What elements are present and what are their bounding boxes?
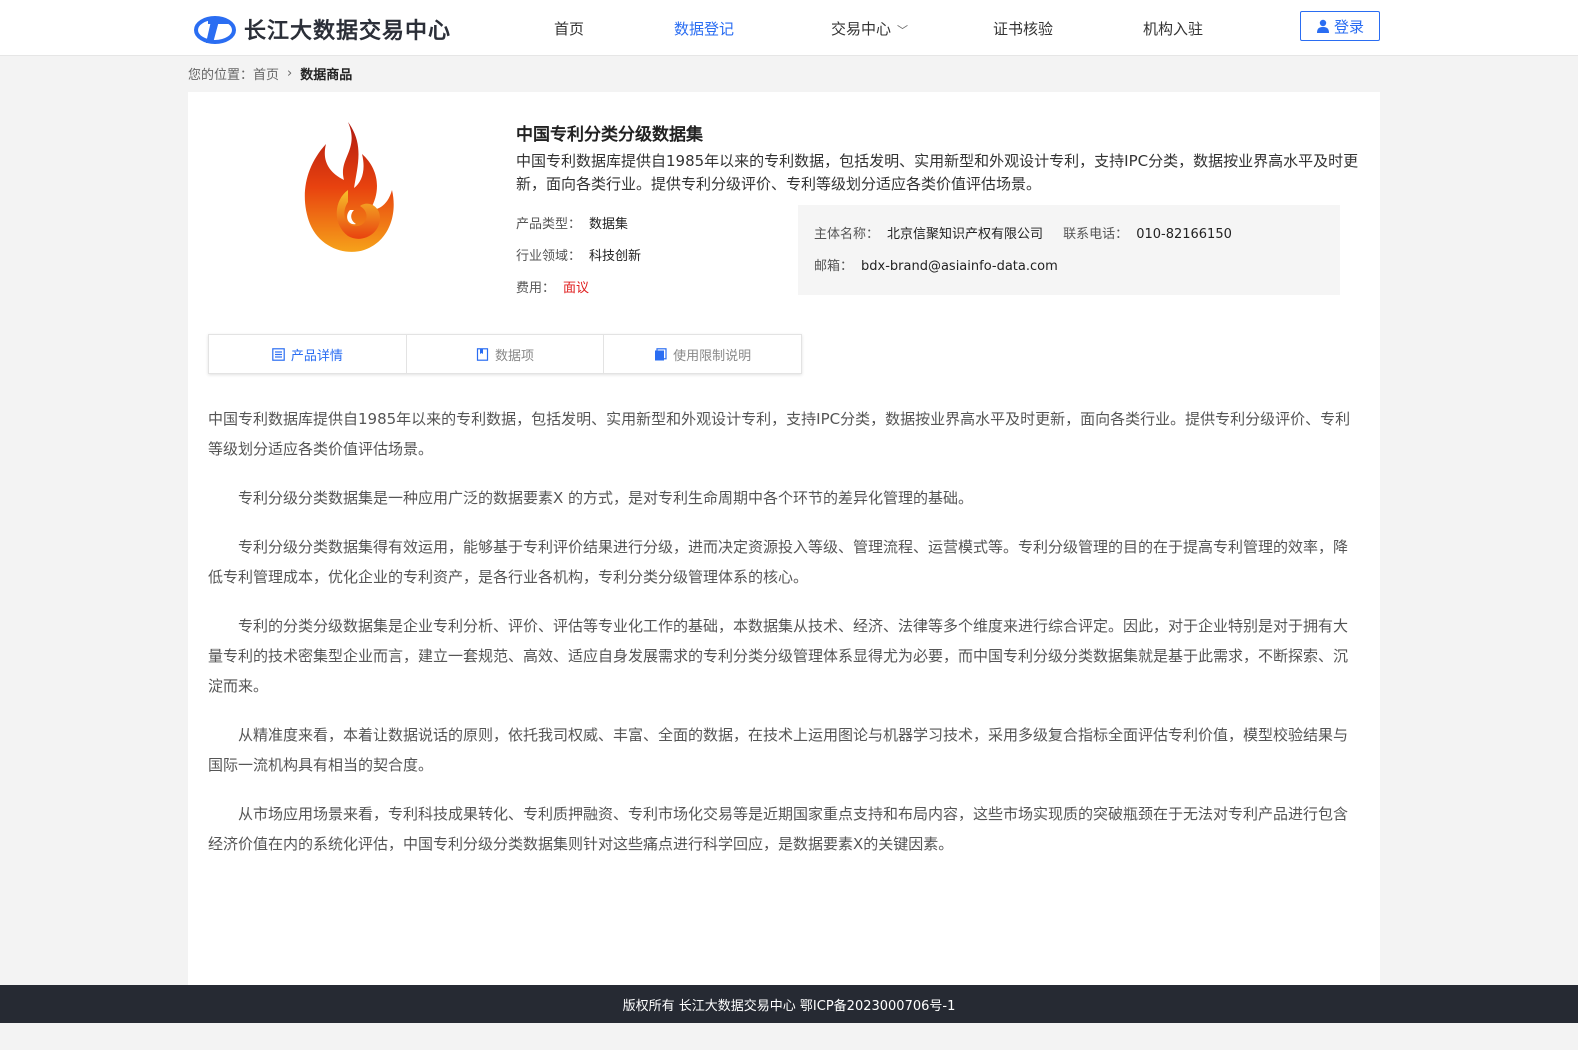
- product-type-label: 产品类型：: [516, 217, 582, 232]
- product-detail-content: 中国专利数据库提供自1985年以来的专利数据，包括发明、实用新型和外观设计专利，…: [208, 404, 1362, 878]
- phone-value: 010-82166150: [1136, 227, 1232, 242]
- nav-item-trading-center[interactable]: 交易中心 ﹀: [831, 18, 908, 39]
- copyright-text: 版权所有 长江大数据交易中心 鄂ICP备2023000706号-1: [622, 998, 956, 1014]
- content-paragraph: 专利分级分类数据集得有效运用，能够基于专利评价结果进行分级，进而决定资源投入等级…: [208, 538, 1349, 586]
- entity-value: 北京信聚知识产权有限公司: [887, 227, 1044, 242]
- tab-usage-restrictions[interactable]: 使用限制说明: [604, 335, 801, 373]
- content-paragraph: 从精准度来看，本着让数据说话的原则，依托我司权威、丰富、全面的数据，在技术上运用…: [208, 726, 1349, 774]
- industry-domain-row: 行业领域： 科技创新: [516, 245, 641, 264]
- list-icon: [272, 347, 285, 361]
- nav-item-certificate-verify[interactable]: 证书核验: [993, 18, 1053, 39]
- fee-row: 费用： 面议: [516, 277, 589, 296]
- contact-info-box: 主体名称： 北京信聚知识产权有限公司 联系电话： 010-82166150 邮箱： b…: [798, 205, 1340, 295]
- tab-data-items[interactable]: 数据项: [407, 335, 605, 373]
- document-icon: [655, 347, 667, 360]
- tab-usage-restrictions-label: 使用限制说明: [673, 348, 752, 364]
- login-button[interactable]: 登录: [1300, 11, 1380, 41]
- entity-label: 主体名称：: [814, 227, 880, 242]
- breadcrumb-home-link[interactable]: 首页: [253, 64, 279, 83]
- chevron-right-icon: ›: [287, 66, 293, 81]
- nav-item-institution-join[interactable]: 机构入驻: [1143, 18, 1203, 39]
- nav-item-trading-center-label: 交易中心: [831, 20, 892, 38]
- breadcrumb-prefix: 您的位置：: [188, 68, 254, 83]
- content-paragraph: 从市场应用场景来看，专利科技成果转化、专利质押融资、专利市场化交易等是近期国家重…: [208, 805, 1349, 853]
- nav-item-home[interactable]: 首页: [554, 18, 584, 39]
- industry-domain-value: 科技创新: [589, 249, 642, 264]
- user-icon: [1316, 19, 1329, 33]
- flame-logo-image: [304, 122, 394, 252]
- top-header: 长江大数据交易中心 首页 数据登记 交易中心 ﹀ 证书核验 机构入驻 登录: [0, 0, 1578, 56]
- phone-label: 联系电话：: [1063, 227, 1129, 242]
- tab-product-details-label: 产品详情: [290, 348, 343, 364]
- email-label: 邮箱：: [814, 259, 854, 274]
- bookmark-icon: [476, 347, 489, 361]
- tab-data-items-label: 数据项: [495, 348, 535, 364]
- product-title: 中国专利分类分级数据集: [516, 125, 703, 145]
- content-paragraph: 专利分级分类数据集是一种应用广泛的数据要素X 的方式，是对专利生命周期中各个环节…: [238, 489, 974, 507]
- page-footer: 版权所有 长江大数据交易中心 鄂ICP备2023000706号-1: [0, 985, 1578, 1023]
- industry-domain-label: 行业领域：: [516, 249, 582, 264]
- email-value: bdx-brand@asiainfo-data.com: [861, 259, 1058, 274]
- product-type-row: 产品类型： 数据集: [516, 213, 628, 232]
- detail-tabs: 产品详情 数据项 使用限制说明: [208, 334, 802, 374]
- login-label: 登录: [1333, 17, 1364, 36]
- breadcrumb-current: 数据商品: [300, 68, 353, 83]
- chevron-down-icon: ﹀: [897, 24, 909, 37]
- content-paragraph-intro: 中国专利数据库提供自1985年以来的专利数据，包括发明、实用新型和外观设计专利，…: [208, 410, 1351, 458]
- product-card: 中国专利分类分级数据集 中国专利数据库提供自1985年以来的专利数据，包括发明、…: [188, 92, 1380, 987]
- product-type-value: 数据集: [589, 217, 629, 232]
- breadcrumb: 您的位置： 首页 › 数据商品: [188, 64, 352, 83]
- fee-value: 面议: [563, 281, 590, 296]
- product-summary: 中国专利数据库提供自1985年以来的专利数据，包括发明、实用新型和外观设计专利，…: [516, 152, 1359, 193]
- email-row: 邮箱： bdx-brand@asiainfo-data.com: [814, 255, 1058, 274]
- entity-row: 主体名称： 北京信聚知识产权有限公司 联系电话： 010-82166150: [814, 223, 1232, 242]
- tab-product-details[interactable]: 产品详情: [209, 335, 407, 373]
- content-paragraph: 专利的分类分级数据集是企业专利分析、评价、评估等专业化工作的基础，本数据集从技术…: [208, 617, 1349, 695]
- fee-label: 费用：: [516, 281, 556, 296]
- nav-item-data-registration[interactable]: 数据登记: [674, 18, 734, 39]
